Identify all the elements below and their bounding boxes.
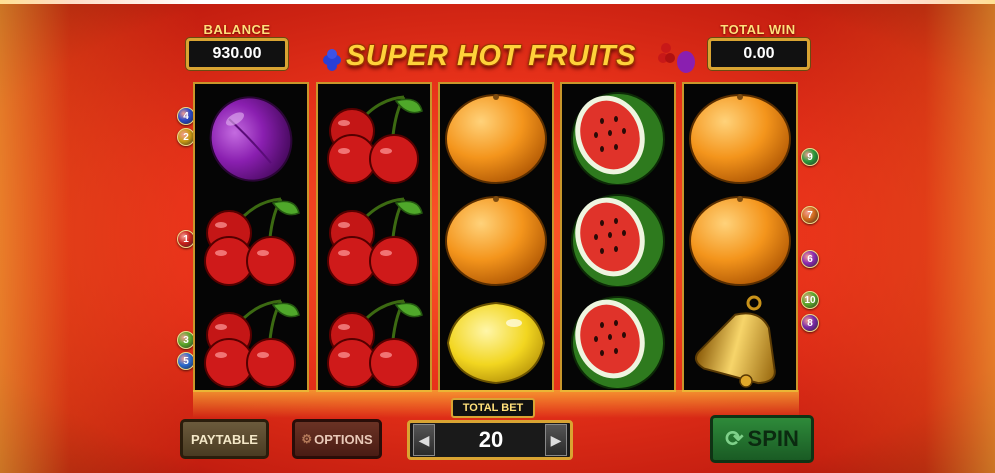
symbol-cherries [195,290,307,392]
reel-4 [560,82,676,392]
spin-label: SPIN [747,426,799,451]
symbol-watermelon [562,188,674,290]
cherries-icon [327,299,423,388]
reel-3 [438,82,554,392]
symbol-plum [195,86,307,188]
watermelon-icon [571,194,665,287]
symbol-watermelon [562,86,674,188]
reel-2 [316,82,432,392]
symbol-cherries [318,290,430,392]
symbol-orange [440,188,552,290]
reel-1 [193,82,309,392]
gear-icon: ⚙ [301,432,313,446]
lemon-icon [446,301,546,385]
top-edge [0,0,995,4]
payline-indicator-10[interactable]: 10 [801,291,819,309]
total-win-display: 0.00 [708,38,810,70]
flame-decoration-left [0,0,200,473]
chevron-right-icon: ▶ [550,431,562,448]
cherries-icon [327,95,423,184]
cherries-icon [327,197,423,286]
symbol-orange [440,86,552,188]
balance-display: 930.00 [186,38,288,70]
options-label: OPTIONS [314,431,373,447]
symbol-cherries [195,188,307,290]
symbol-watermelon [562,290,674,392]
payline-indicator-8[interactable]: 8 [801,314,819,332]
cherries-icon [204,197,300,286]
payline-indicator-9[interactable]: 9 [801,148,819,166]
cherries-icon [204,299,300,388]
total-win-label: TOTAL WIN [720,22,796,37]
watermelon-icon [571,296,665,389]
orange-icon [445,196,547,286]
orange-icon [689,196,791,286]
symbol-orange [684,188,796,290]
options-button[interactable]: ⚙ OPTIONS [292,419,382,459]
payline-indicator-6[interactable]: 6 [801,250,819,268]
bet-increase-button[interactable]: ▶ [545,424,567,456]
paytable-button[interactable]: PAYTABLE [180,419,269,459]
orange-icon [689,94,791,184]
spin-arrows-icon: ⟳ [725,426,744,451]
orange-icon [445,94,547,184]
bet-decrease-button[interactable]: ◀ [413,424,435,456]
symbol-orange [684,86,796,188]
symbol-cherries [318,188,430,290]
bell-icon [694,295,776,388]
game-logo: SUPER HOT FRUITS [318,36,698,76]
spin-button[interactable]: ⟳ SPIN [710,415,814,463]
symbol-cherries [318,86,430,188]
flame-decoration-right [795,0,995,473]
logo-text: SUPER HOT FRUITS [346,40,636,72]
total-bet-label: TOTAL BET [451,398,535,418]
reel-grid [193,82,799,392]
payline-indicator-7[interactable]: 7 [801,206,819,224]
symbol-bell [684,290,796,392]
balance-label: BALANCE [203,22,271,37]
plum-icon [209,96,293,182]
symbol-lemon [440,290,552,392]
watermelon-icon [571,92,665,185]
total-bet-value: 20 [478,427,504,452]
reel-5 [682,82,798,392]
chevron-left-icon: ◀ [418,431,430,448]
